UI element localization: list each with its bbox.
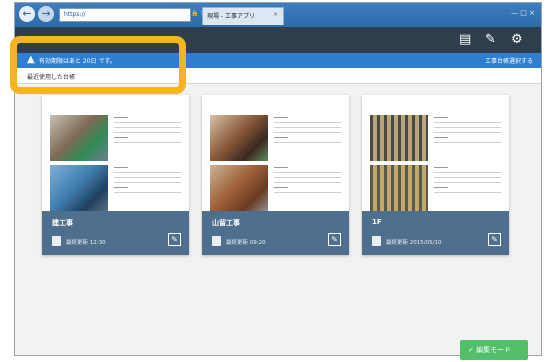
select-ledger-link[interactable]: 工事台帳選択する: [485, 56, 533, 65]
ledger-card[interactable]: 1F 最終更新 2015/05/10 ✎: [362, 95, 509, 255]
ledger-preview: [210, 103, 341, 211]
edit-icon[interactable]: ✎: [168, 233, 181, 246]
ledger-card[interactable]: 山留工事 最終更新 09:20 ✎: [202, 95, 349, 255]
license-highlight-callout: [10, 36, 186, 94]
tab-title: 現場 - 工事アプリ: [207, 13, 255, 20]
photo-thumbnail: [210, 115, 268, 161]
record-lines: [114, 167, 181, 197]
browser-chrome: ← → https:// 🔒 ✕ ★ 現場 - 工事アプリ × — □ ×: [15, 3, 541, 27]
record-lines: [114, 117, 181, 147]
ledger-title: 山留工事: [212, 219, 240, 227]
ledger-title: 建工事: [52, 219, 73, 227]
document-icon: [372, 236, 381, 246]
record-lines: [434, 167, 501, 197]
document-icon: [212, 236, 221, 246]
address-text: https://: [64, 11, 86, 18]
book-icon[interactable]: ▤: [459, 32, 471, 47]
ledger-preview: [370, 103, 501, 211]
ledger-title: 1F: [372, 218, 382, 226]
edit-mode-label: ✓ 編集モード: [468, 346, 512, 354]
card-footer: 山留工事 最終更新 09:20 ✎: [202, 211, 349, 255]
browser-tab[interactable]: 現場 - 工事アプリ ×: [202, 7, 284, 25]
card-footer: 1F 最終更新 2015/05/10 ✎: [362, 211, 509, 255]
ledger-preview: [50, 103, 181, 211]
edit-mode-button[interactable]: ✓ 編集モード: [460, 340, 528, 360]
photo-thumbnail: [50, 165, 108, 211]
last-updated: 最終更新 2015/05/10: [386, 240, 442, 246]
photo-thumbnail: [370, 165, 428, 211]
back-button[interactable]: ←: [19, 6, 35, 22]
edit-icon[interactable]: ✎: [488, 233, 501, 246]
window-controls[interactable]: — □ ×: [511, 9, 535, 17]
photo-thumbnail: [370, 115, 428, 161]
tab-close-icon[interactable]: ×: [273, 11, 278, 18]
ledger-card[interactable]: 建工事 最終更新 12:30 ✎: [42, 95, 189, 255]
user-check-icon[interactable]: ✎: [485, 32, 496, 47]
record-lines: [434, 117, 501, 147]
photo-thumbnail: [210, 165, 268, 211]
last-updated: 最終更新 09:20: [226, 240, 266, 246]
address-bar[interactable]: https://: [59, 8, 191, 22]
forward-button[interactable]: →: [38, 6, 54, 22]
gear-icon[interactable]: ⚙: [511, 32, 523, 47]
last-updated: 最終更新 12:30: [66, 240, 106, 246]
record-lines: [274, 167, 341, 197]
record-lines: [274, 117, 341, 147]
photo-thumbnail: [50, 115, 108, 161]
document-icon: [52, 236, 61, 246]
edit-icon[interactable]: ✎: [328, 233, 341, 246]
card-footer: 建工事 最終更新 12:30 ✎: [42, 211, 189, 255]
